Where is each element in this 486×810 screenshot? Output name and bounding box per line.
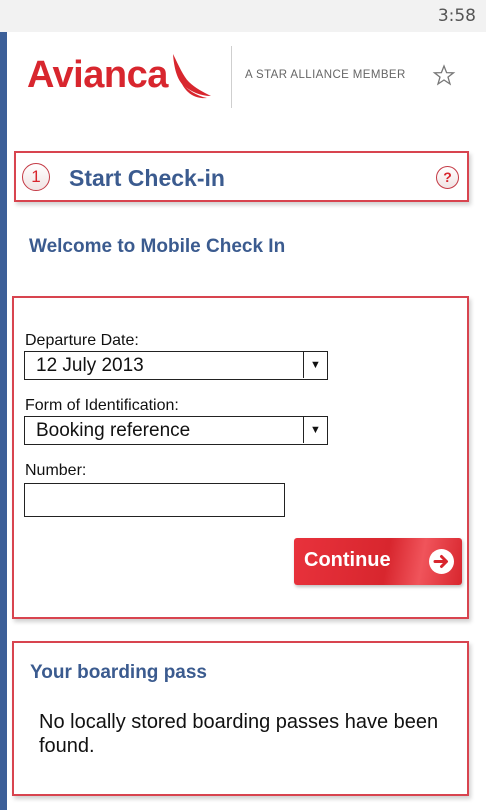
status-clock: 3:58	[437, 6, 476, 26]
number-input[interactable]	[24, 483, 285, 517]
departure-date-label: Departure Date:	[25, 332, 139, 349]
departure-date-value: 12 July 2013	[36, 355, 144, 376]
header-divider	[231, 46, 232, 108]
boarding-pass-panel: Your boarding pass No locally stored boa…	[12, 641, 469, 796]
identification-label: Form of Identification:	[25, 397, 179, 414]
start-checkin-panel: 1 Start Check-in ?	[14, 151, 469, 202]
number-label: Number:	[25, 462, 87, 479]
star-alliance-icon	[432, 64, 456, 86]
dropdown-arrow-icon[interactable]: ▼	[303, 417, 327, 443]
avianca-logo-text: Avianca	[27, 54, 168, 96]
help-icon[interactable]: ?	[436, 166, 459, 189]
boarding-pass-message: No locally stored boarding passes have b…	[39, 711, 439, 757]
departure-date-select[interactable]: 12 July 2013 ▼	[24, 351, 328, 380]
step-title: Start Check-in	[69, 165, 225, 191]
app-header: Avianca A STAR ALLIANCE MEMBER	[7, 32, 486, 122]
left-accent-stripe	[0, 32, 7, 810]
boarding-pass-title: Your boarding pass	[30, 662, 208, 683]
welcome-heading: Welcome to Mobile Check In	[29, 236, 286, 257]
identification-select[interactable]: Booking reference ▼	[24, 416, 328, 445]
continue-label: Continue	[304, 549, 391, 571]
dropdown-arrow-icon[interactable]: ▼	[303, 352, 327, 378]
arrow-right-icon	[429, 549, 454, 574]
checkin-form-panel: Departure Date: 12 July 2013 ▼ Form of I…	[12, 296, 469, 619]
avianca-bird-icon	[173, 54, 211, 99]
star-alliance-text: A STAR ALLIANCE MEMBER	[245, 69, 406, 81]
step-number-badge: 1	[22, 163, 50, 191]
continue-button[interactable]: Continue	[294, 538, 462, 585]
status-bar: 3:58	[0, 0, 486, 32]
identification-value: Booking reference	[36, 420, 191, 441]
